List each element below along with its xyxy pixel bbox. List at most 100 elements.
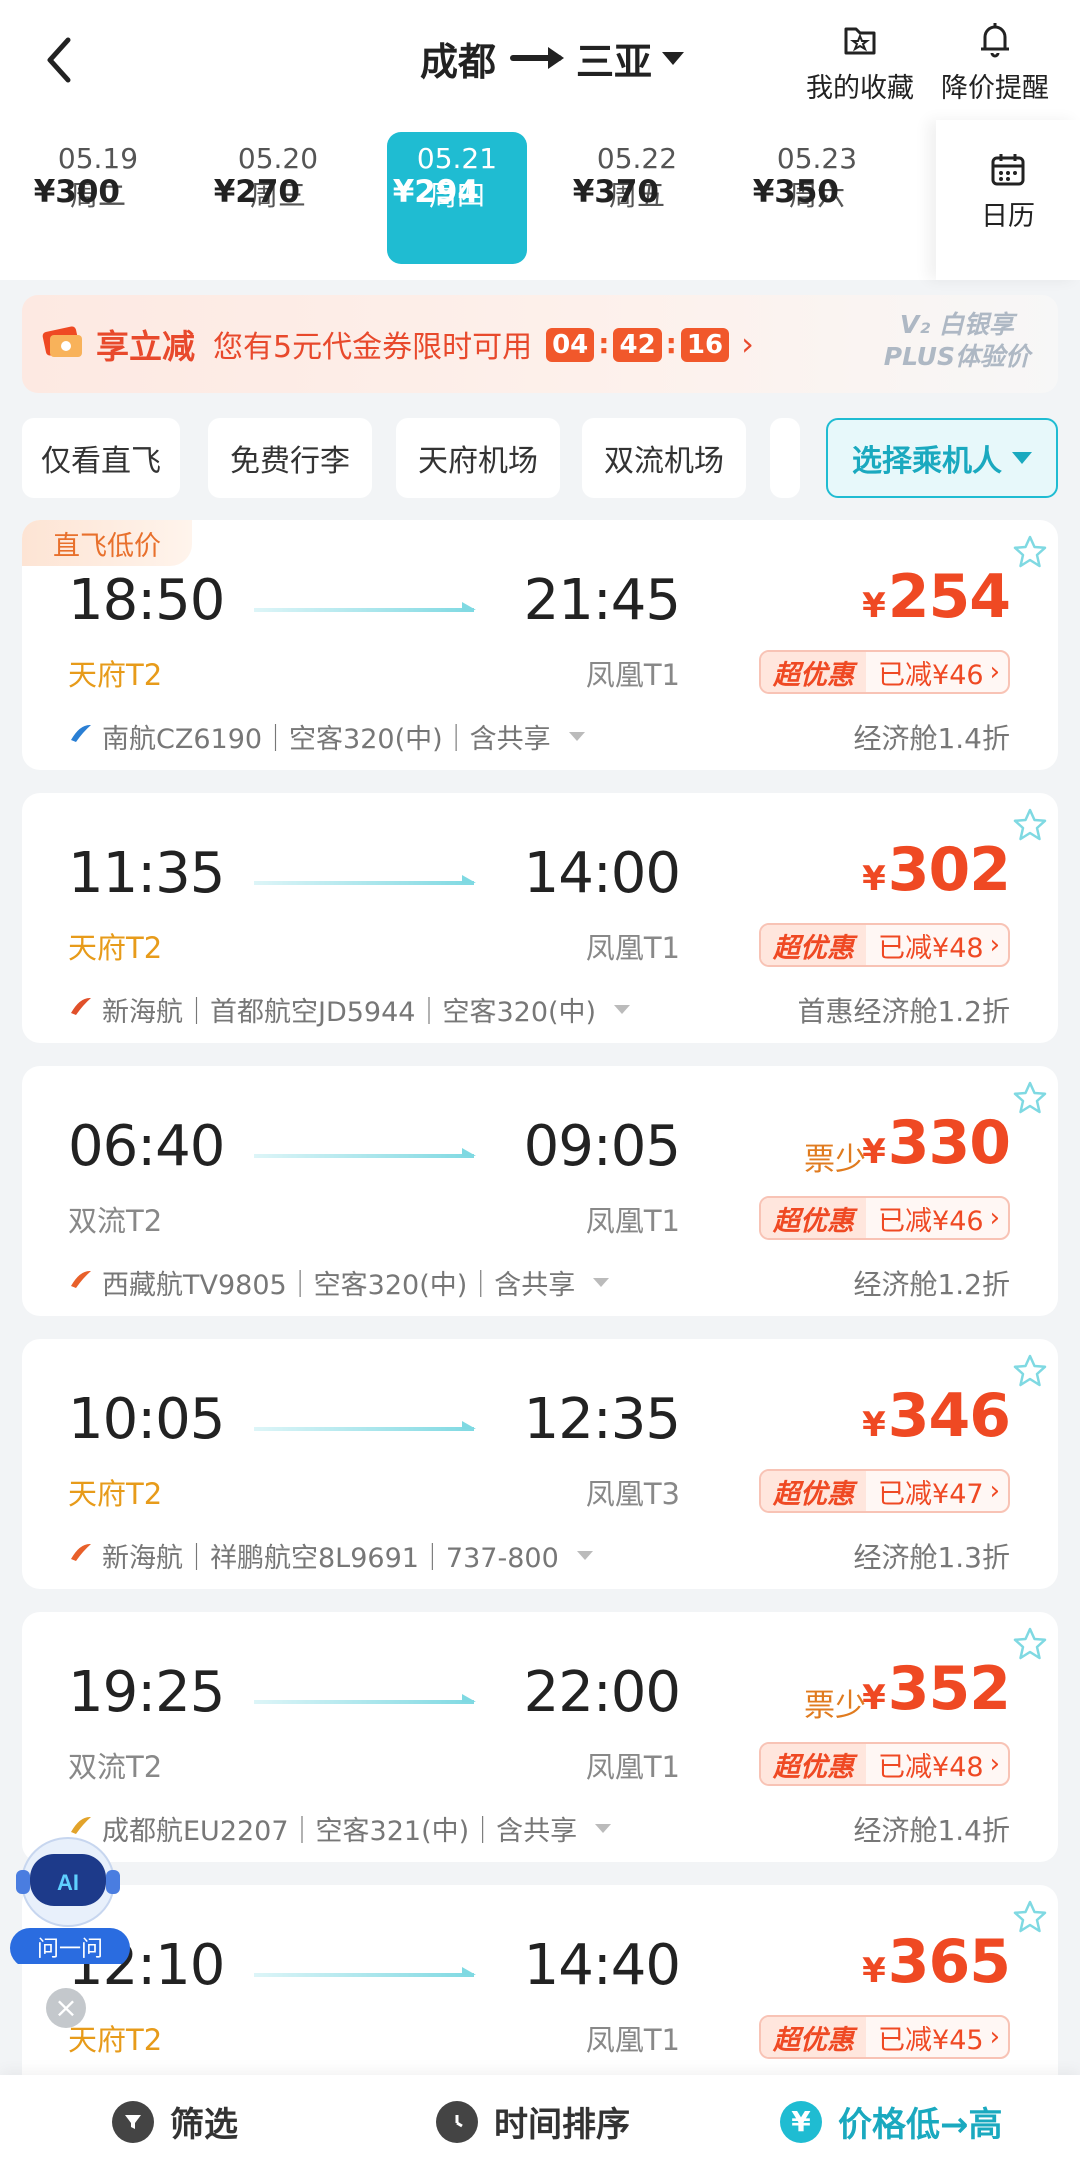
departure-airport: 天府T2 [68,2023,163,2057]
chevron-down-icon [595,1824,612,1833]
airline-info[interactable]: 西藏航TV9805｜空客320(中)｜含共享 [68,1263,610,1302]
cabin-class: 经济舱1.4折 [853,1814,1010,1847]
star-icon[interactable] [1012,1353,1048,1393]
countdown: 04:42:16 [542,327,733,362]
origin-city: 成都 [420,39,497,84]
airline-info[interactable]: 新海航｜首都航空JD5944｜空客320(中) [68,990,631,1029]
flight-price: ¥346 [862,1381,1011,1451]
destination-city: 三亚 [576,39,653,84]
deal-saving: 已减¥45 [878,2024,984,2056]
arrival-time: 14:40 [523,1933,681,1998]
price-value: 352 [887,1654,1011,1724]
discount-tag[interactable]: 超优惠 已减¥48 › [759,1742,1010,1786]
chevron-down-icon [1012,452,1032,464]
flight-price: ¥352 [862,1654,1011,1724]
star-icon[interactable] [1012,807,1048,847]
flight-card[interactable]: 直飞低价 18:50 21:45 天府T2 凤凰T1 ¥254 超优惠 已减¥46 › 南航CZ6… [22,520,1058,770]
arrival-time: 14:00 [523,841,681,906]
filter-label: 筛选 [170,2105,238,2145]
discount-tag[interactable]: 超优惠 已减¥45 › [759,2015,1010,2059]
flight-arrow-icon [254,602,476,612]
star-icon[interactable] [1012,1626,1048,1666]
bell-icon [935,18,1055,60]
filter-chip-tianfu[interactable]: 天府机场 [396,418,560,498]
chevron-down-icon [576,1551,593,1560]
price-sort-button[interactable]: ¥ 价格低→高 [780,2097,1003,2146]
arrival-airport: 凤凰T1 [585,658,680,692]
filter-chip-direct[interactable]: 仅看直飞 [22,418,180,498]
flight-card[interactable]: 19:25 22:00 双流T2 凤凰T1 票少 ¥352 超优惠 已减¥48 › 成都航EU22… [22,1612,1058,1862]
airline-info[interactable]: 新海航｜祥鹏航空8L9691｜737-800 [68,1536,593,1575]
passenger-selector[interactable]: 选择乘机人 [826,418,1058,498]
date-tab-selected[interactable]: 05.21 周四 ¥294 [387,132,527,264]
flight-price: ¥330 [862,1108,1011,1178]
favorites-button[interactable]: 我的收藏 [800,18,920,105]
flight-price: ¥365 [862,1927,1011,1997]
date-tab[interactable]: 05.20 周三 ¥270 [208,132,348,264]
price-sort-label: 价格低→高 [838,2105,1003,2145]
date-price: ¥270 [213,174,300,210]
date-tab[interactable]: 05.19 周二 ¥300 [28,132,168,264]
deal-label: 超优惠 [761,652,867,692]
close-icon[interactable]: × [46,1988,86,2028]
flight-card[interactable]: 06:40 09:05 双流T2 凤凰T1 票少 ¥330 超优惠 已减¥46 › 西藏航TV98… [22,1066,1058,1316]
date-label: 05.22 [596,142,678,175]
departure-airport: 天府T2 [68,931,163,965]
star-icon[interactable] [1012,1080,1048,1120]
flight-arrow-icon [254,1421,476,1431]
back-icon[interactable] [38,30,82,90]
flight-arrow-icon [254,875,476,885]
price-alert-button[interactable]: 降价提醒 [935,18,1055,105]
ai-badge-text: AI [57,1870,79,1895]
star-icon[interactable] [1012,534,1048,574]
arrival-airport: 凤凰T1 [585,2023,680,2057]
filter-button[interactable]: 筛选 [112,2097,238,2146]
date-price: ¥294 [392,174,479,210]
flight-price: ¥302 [862,835,1011,905]
route-selector[interactable]: 成都 三亚 [420,28,685,88]
ai-assistant-button[interactable]: AI 问一问 [8,1824,132,1968]
currency-symbol: ¥ [862,1678,886,1718]
arrival-airport: 凤凰T1 [585,931,680,965]
airline-logo-icon [68,993,94,1026]
airline-info[interactable]: 成都航EU2207｜空客321(中)｜含共享 [68,1809,612,1848]
discount-tag[interactable]: 超优惠 已减¥47 › [759,1469,1010,1513]
date-strip: 05.19 周二 ¥300 05.20 周三 ¥270 05.21 周四 ¥29… [0,120,1080,280]
filter-chip-more[interactable] [770,418,800,498]
countdown-seconds: 16 [680,327,730,362]
airline-info[interactable]: 南航CZ6190｜空客320(中)｜含共享 [68,717,585,756]
countdown-hours: 04 [546,327,595,362]
promo-banner[interactable]: 享立减 您有5元代金券限时可用 04:42:16 › V₂ 白银享 PLUS体验… [22,295,1058,393]
time-sort-button[interactable]: 时间排序 [436,2097,630,2146]
date-tab[interactable]: 05.22 周五 ¥370 [567,132,707,264]
deal-label: 超优惠 [761,1471,867,1511]
calendar-button[interactable]: 日历 [936,120,1080,280]
filter-chip-free-baggage[interactable]: 免费行李 [208,418,372,498]
ai-label: 问一问 [37,1937,103,1962]
flight-card[interactable]: 10:05 12:35 天府T2 凤凰T3 ¥346 超优惠 已减¥47 › 新海航｜祥鹏航空8… [22,1339,1058,1589]
departure-airport: 双流T2 [68,1204,163,1238]
arrival-time: 22:00 [523,1660,681,1725]
filter-chip-shuangliu[interactable]: 双流机场 [582,418,746,498]
plus-line1: V₂ 白银享 [899,310,1014,339]
star-icon[interactable] [1012,1899,1048,1939]
time-sort-label: 时间排序 [494,2105,630,2145]
chevron-right-icon: › [989,1476,1000,1506]
discount-tag[interactable]: 超优惠 已减¥48 › [759,923,1010,967]
cabin-class: 首惠经济舱1.2折 [797,995,1010,1028]
airline-logo-icon [68,720,94,753]
airline-info-text: 新海航｜首都航空JD5944｜空客320(中) [102,997,597,1028]
flight-arrow-icon [254,1148,476,1158]
chevron-down-icon [593,1278,610,1287]
departure-time: 10:05 [68,1387,225,1452]
date-price: ¥350 [752,174,839,210]
airline-logo-icon [68,1539,94,1572]
discount-tag[interactable]: 超优惠 已减¥46 › [759,1196,1010,1240]
robot-icon: AI 问一问 [10,1837,130,1968]
deal-label: 超优惠 [761,1198,867,1238]
flight-card[interactable]: 11:35 14:00 天府T2 凤凰T1 ¥302 超优惠 已减¥48 › 新海航｜首都航空J… [22,793,1058,1043]
date-tab[interactable]: 05.23 周六 ¥350 [747,132,887,264]
discount-tag[interactable]: 超优惠 已减¥46 › [759,650,1010,694]
plus-line2: PLUS体验价 [883,342,1030,371]
countdown-minutes: 42 [613,327,662,362]
